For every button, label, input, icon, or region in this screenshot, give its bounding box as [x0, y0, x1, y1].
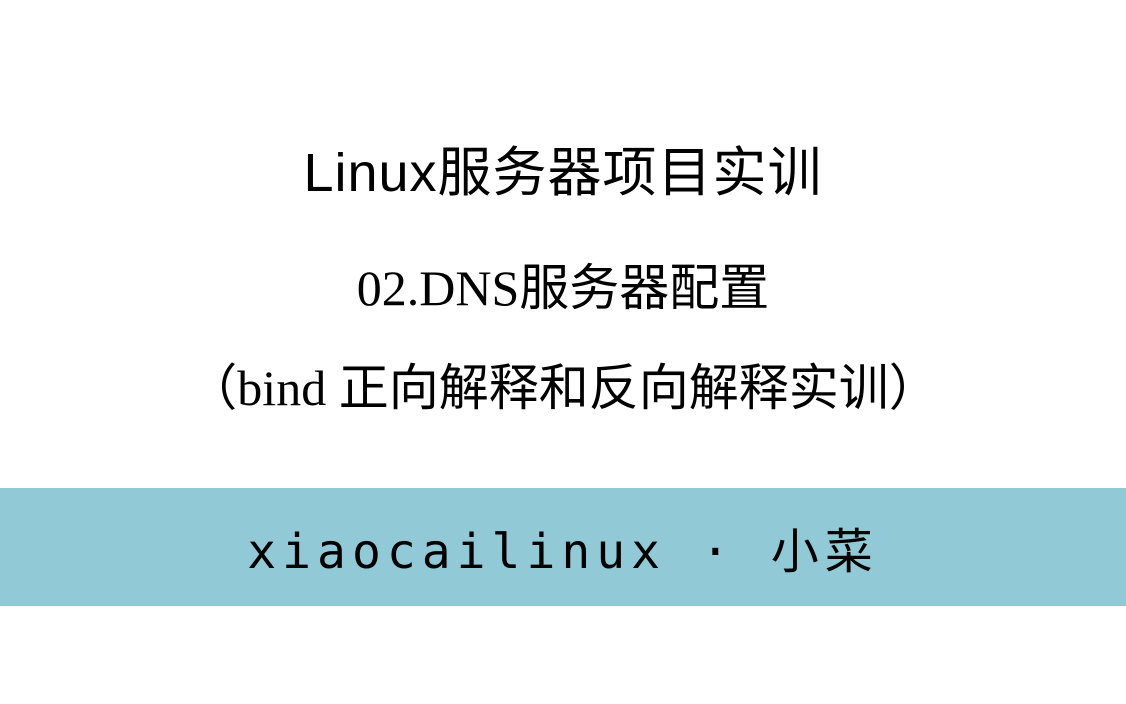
subtitle-line-1: 02.DNS服务器配置 — [0, 248, 1126, 320]
footer-band: xiaocailinux · 小菜 — [0, 488, 1126, 606]
footer-text: xiaocailinux · 小菜 — [247, 512, 878, 582]
subtitle-line-2: （bind 正向解释和反向解释实训） — [0, 348, 1126, 420]
main-title: Linux服务器项目实训 — [0, 128, 1126, 207]
